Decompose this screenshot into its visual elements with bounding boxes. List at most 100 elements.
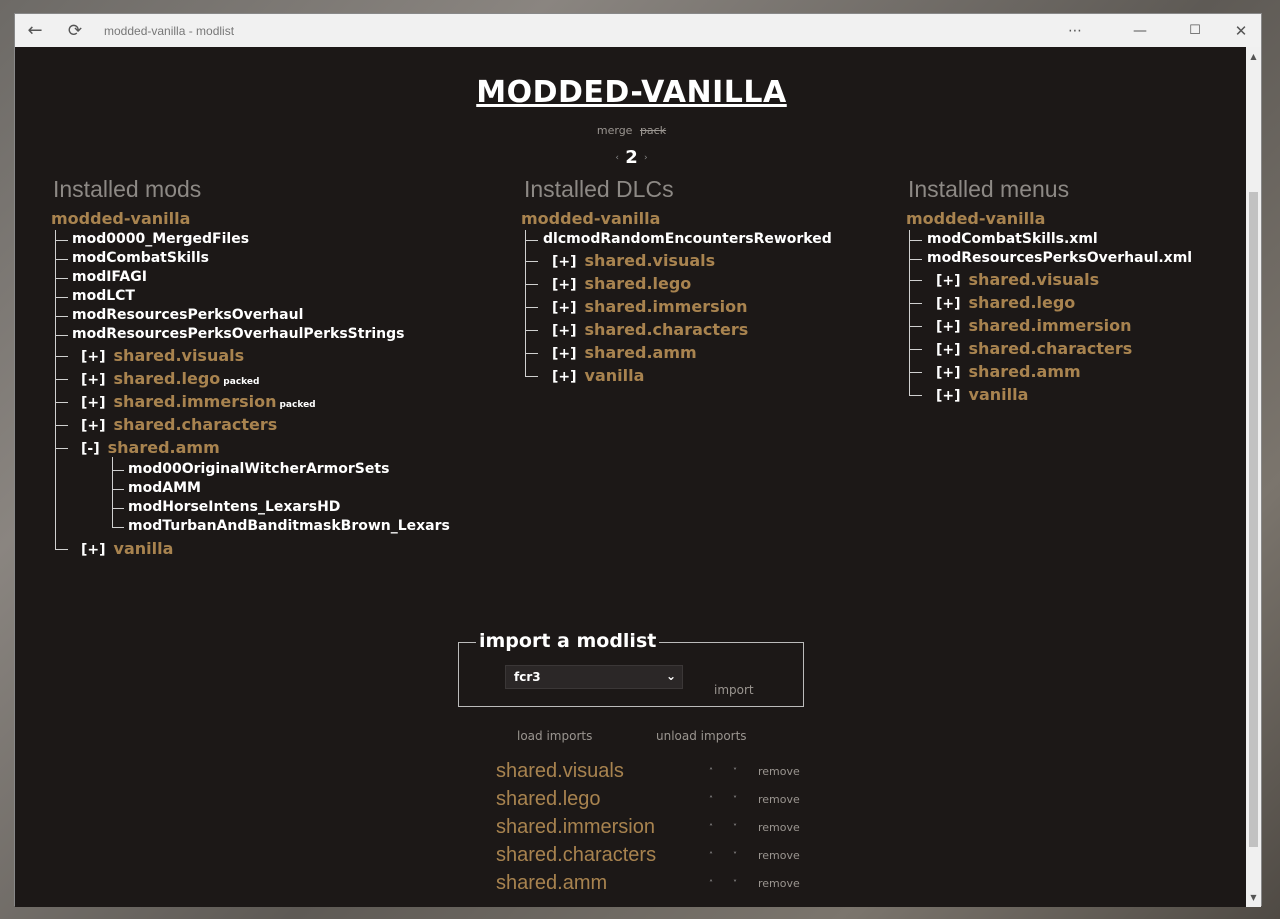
expand-toggle[interactable]: [+] [936,342,961,358]
scroll-up-icon[interactable]: ▲ [1246,49,1261,64]
move-down-icon[interactable]: ˅ [733,879,737,888]
menus-group-2[interactable]: [+] shared.immersion [936,316,1131,335]
menus-group-3[interactable]: [+] shared.characters [936,339,1132,358]
mods-group-4[interactable]: [-] shared.amm [81,438,220,457]
scroll-down-icon[interactable]: ▼ [1246,890,1261,905]
expand-toggle[interactable]: [+] [552,300,577,316]
next-page-icon[interactable]: › [644,153,648,163]
group-name[interactable]: shared.immersion [585,297,748,316]
prev-page-icon[interactable]: ‹ [615,153,619,163]
move-up-icon[interactable]: ˄ [709,795,713,804]
group-name[interactable]: shared.lego [114,369,221,388]
expand-toggle[interactable]: [-] [81,441,100,457]
vertical-scrollbar[interactable]: ▲ ▼ [1246,47,1261,907]
dlcs-group-2[interactable]: [+] shared.immersion [552,297,747,316]
group-name[interactable]: shared.visuals [969,270,1100,289]
remove-button[interactable]: remove [758,765,800,778]
dlcs-group-5[interactable]: [+] vanilla [552,366,644,385]
pack-mode-button[interactable]: pack [640,124,666,137]
group-name[interactable]: shared.visuals [114,346,245,365]
move-down-icon[interactable]: ˅ [733,851,737,860]
move-down-icon[interactable]: ˅ [733,795,737,804]
group-name[interactable]: shared.lego [585,274,692,293]
scroll-thumb[interactable] [1249,192,1258,847]
refresh-icon[interactable]: ⟳ [63,14,87,47]
mods-group-3[interactable]: [+] shared.characters [81,415,277,434]
dlcs-leaf-0[interactable]: dlcmodRandomEncountersReworked [543,231,832,250]
expand-toggle[interactable]: [+] [552,369,577,385]
mods-group-vanilla[interactable]: [+] vanilla [81,539,173,558]
expand-toggle[interactable]: [+] [81,349,106,365]
group-name[interactable]: vanilla [969,385,1029,404]
mods-group-2[interactable]: [+] shared.immersion packed [81,392,316,411]
dlcs-group-4[interactable]: [+] shared.amm [552,343,697,362]
menus-group-4[interactable]: [+] shared.amm [936,362,1081,381]
amm-child-3[interactable]: modTurbanAndBanditmaskBrown_Lexars [128,518,450,537]
expand-toggle[interactable]: [+] [81,395,106,411]
import-button[interactable]: import [714,683,754,697]
dlcs-group-0[interactable]: [+] shared.visuals [552,251,715,270]
expand-toggle[interactable]: [+] [81,372,106,388]
group-name[interactable]: vanilla [114,539,174,558]
group-name[interactable]: shared.characters [114,415,278,434]
group-name[interactable]: shared.amm [585,343,697,362]
merge-mode-button[interactable]: merge [597,124,633,137]
menus-group-1[interactable]: [+] shared.lego [936,293,1075,312]
amm-child-2[interactable]: modHorseIntens_LexarsHD [128,499,340,518]
amm-child-0[interactable]: mod00OriginalWitcherArmorSets [128,461,389,480]
group-name[interactable]: shared.amm [108,438,220,457]
mods-group-0[interactable]: [+] shared.visuals [81,346,244,365]
expand-toggle[interactable]: [+] [81,542,106,558]
expand-toggle[interactable]: [+] [552,254,577,270]
move-up-icon[interactable]: ˄ [709,767,713,776]
minimize-icon[interactable]: — [1125,14,1155,47]
expand-toggle[interactable]: [+] [552,323,577,339]
group-name[interactable]: shared.characters [585,320,749,339]
move-up-icon[interactable]: ˄ [709,851,713,860]
mods-leaf-3[interactable]: modLCT [72,288,135,307]
unload-imports-button[interactable]: unload imports [656,729,747,743]
remove-button[interactable]: remove [758,849,800,862]
menus-leaf-1[interactable]: modResourcesPerksOverhaul.xml [927,250,1192,269]
mods-root[interactable]: modded-vanilla [51,209,190,228]
mods-leaf-2[interactable]: modIFAGI [72,269,147,288]
expand-toggle[interactable]: [+] [936,388,961,404]
move-up-icon[interactable]: ˄ [709,823,713,832]
mods-leaf-1[interactable]: modCombatSkills [72,250,209,269]
group-name[interactable]: vanilla [585,366,645,385]
remove-button[interactable]: remove [758,793,800,806]
group-name[interactable]: shared.immersion [114,392,277,411]
move-up-icon[interactable]: ˄ [709,879,713,888]
dlcs-root[interactable]: modded-vanilla [521,209,660,228]
load-imports-button[interactable]: load imports [517,729,592,743]
menus-group-5[interactable]: [+] vanilla [936,385,1028,404]
mods-group-1[interactable]: [+] shared.lego packed [81,369,259,388]
expand-toggle[interactable]: [+] [936,365,961,381]
modlist-select[interactable]: fcr3 ⌄ [505,665,683,689]
expand-toggle[interactable]: [+] [936,296,961,312]
remove-button[interactable]: remove [758,877,800,890]
group-name[interactable]: shared.characters [969,339,1133,358]
menus-group-0[interactable]: [+] shared.visuals [936,270,1099,289]
group-name[interactable]: shared.visuals [585,251,716,270]
back-arrow-icon[interactable]: ← [23,14,47,47]
more-options-icon[interactable]: ⋯ [1061,14,1089,47]
maximize-icon[interactable]: ☐ [1180,14,1210,47]
menus-root[interactable]: modded-vanilla [906,209,1045,228]
expand-toggle[interactable]: [+] [936,319,961,335]
group-name[interactable]: shared.amm [969,362,1081,381]
expand-toggle[interactable]: [+] [552,277,577,293]
mods-leaf-4[interactable]: modResourcesPerksOverhaul [72,307,303,326]
dlcs-group-3[interactable]: [+] shared.characters [552,320,748,339]
close-icon[interactable]: ✕ [1226,14,1256,47]
mods-leaf-5[interactable]: modResourcesPerksOverhaulPerksStrings [72,326,404,345]
menus-leaf-0[interactable]: modCombatSkills.xml [927,231,1098,250]
expand-toggle[interactable]: [+] [552,346,577,362]
move-down-icon[interactable]: ˅ [733,767,737,776]
move-down-icon[interactable]: ˅ [733,823,737,832]
amm-child-1[interactable]: modAMM [128,480,201,499]
group-name[interactable]: shared.immersion [969,316,1132,335]
group-name[interactable]: shared.lego [969,293,1076,312]
mods-leaf-0[interactable]: mod0000_MergedFiles [72,231,249,250]
remove-button[interactable]: remove [758,821,800,834]
